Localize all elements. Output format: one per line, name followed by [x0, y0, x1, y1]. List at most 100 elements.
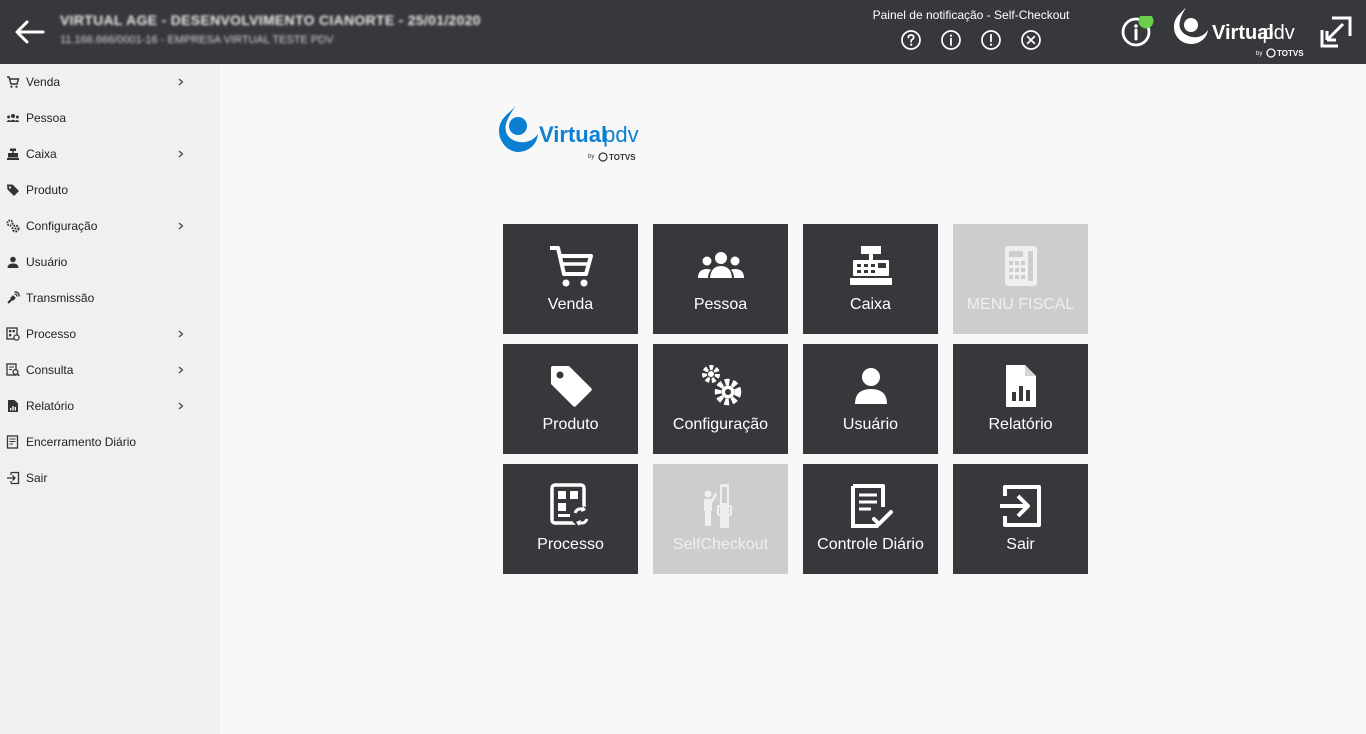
svg-text:TOTVS: TOTVS [1277, 49, 1304, 58]
sidebar-item-processo[interactable]: Processo [0, 316, 220, 352]
sidebar-item-label: Sair [26, 471, 48, 485]
tile-label: Pessoa [693, 296, 748, 313]
sidebar-item-configuracao[interactable]: Configuração [0, 208, 220, 244]
arrow-left-icon [15, 20, 45, 44]
sidebar-item-label: Caixa [26, 147, 57, 161]
sidebar-item-label: Relatório [26, 399, 75, 413]
sidebar-item-sair[interactable]: Sair [0, 460, 220, 496]
tile-venda[interactable]: Venda [503, 224, 638, 334]
sidebar-item-consulta[interactable]: Consulta [0, 352, 220, 388]
tile-label: Usuário [842, 416, 899, 433]
svg-text:.pdv: .pdv [1257, 22, 1295, 44]
svg-text:.pdv: .pdv [597, 122, 639, 147]
sidebar-item-pessoa[interactable]: Pessoa [0, 100, 220, 136]
sidebar: Venda Pessoa Caixa Produto Configuração … [0, 64, 220, 734]
process-icon [549, 483, 591, 526]
store-subtitle: 11.166.666/0001-16 - EMPRESA VIRTUAL TES… [60, 34, 334, 46]
tile-label: Sair [1006, 536, 1035, 553]
expand-window-button[interactable] [1318, 16, 1352, 48]
sidebar-item-venda[interactable]: Venda [0, 64, 220, 100]
cash-register-icon [849, 246, 892, 285]
tile-sair[interactable]: Sair [953, 464, 1088, 574]
tile-menu-fiscal: MENU FISCAL [953, 224, 1088, 334]
exit-icon [7, 471, 20, 485]
back-button[interactable] [12, 16, 46, 48]
sidebar-item-label: Configuração [26, 219, 98, 233]
sidebar-item-label: Pessoa [26, 111, 67, 125]
process-icon [6, 327, 20, 341]
sidebar-item-label: Transmissão [26, 291, 95, 305]
search-doc-icon [6, 363, 20, 377]
sidebar-item-label: Encerramento Diário [26, 435, 137, 449]
cash-register-icon [7, 148, 19, 160]
tile-label: Venda [547, 296, 594, 313]
people-icon [6, 114, 20, 122]
daily-control-icon [850, 484, 893, 528]
sidebar-item-label: Usuário [26, 255, 68, 269]
tile-controle-diario[interactable]: Controle Diário [803, 464, 938, 574]
report-icon [1005, 365, 1036, 407]
chevron-right-icon [178, 366, 184, 374]
close-circle-icon[interactable] [1020, 29, 1042, 51]
fiscal-icon [1004, 246, 1037, 286]
virtual-pdv-logo: Virtual .pdv by TOTVS [499, 105, 639, 162]
sidebar-item-encerramento-diario[interactable]: Encerramento Diário [0, 424, 220, 460]
tile-caixa[interactable]: Caixa [803, 224, 938, 334]
sidebar-item-label: Venda [26, 75, 61, 89]
sidebar-item-usuario[interactable]: Usuário [0, 244, 220, 280]
tile-label: Caixa [850, 296, 891, 313]
help-circle-icon[interactable] [900, 29, 922, 51]
gears-icon [701, 365, 741, 406]
tile-label: Processo [537, 536, 604, 553]
sidebar-item-transmissao[interactable]: Transmissão [0, 280, 220, 316]
chevron-right-icon [178, 402, 184, 410]
sidebar-item-relatorio[interactable]: Relatório [0, 388, 220, 424]
tag-icon [7, 184, 19, 196]
svg-text:by: by [1256, 51, 1262, 57]
daily-close-icon [6, 435, 19, 449]
sidebar-item-caixa[interactable]: Caixa [0, 136, 220, 172]
expand-window-icon [1320, 16, 1352, 48]
sidebar-item-produto[interactable]: Produto [0, 172, 220, 208]
tile-usuario[interactable]: Usuário [803, 344, 938, 454]
tile-label: Controle Diário [817, 536, 924, 553]
tag-icon [550, 366, 592, 407]
people-icon [697, 252, 744, 278]
tile-processo[interactable]: Processo [503, 464, 638, 574]
self-checkout-icon [703, 484, 732, 528]
store-info: VIRTUAL AGE - DESENVOLVIMENTO CIANORTE -… [60, 12, 481, 46]
tile-label: Produto [542, 416, 599, 433]
sidebar-item-label: Processo [26, 327, 77, 341]
top-bar: VIRTUAL AGE - DESENVOLVIMENTO CIANORTE -… [0, 0, 1366, 64]
notification-panel: Painel de notificação - Self-Checkout [866, 8, 1076, 51]
status-info-button[interactable] [1120, 13, 1156, 48]
user-icon [7, 256, 19, 268]
chevron-right-icon [178, 150, 184, 158]
chevron-right-icon [178, 78, 184, 86]
chevron-right-icon [178, 330, 184, 338]
tile-label: Relatório [988, 416, 1053, 433]
exit-icon [999, 485, 1041, 527]
virtual-pdv-logo-header: Virtual .pdv by TOTVS [1174, 7, 1304, 58]
status-dot [1138, 13, 1154, 29]
tile-label: Configuração [672, 416, 769, 433]
report-icon [8, 400, 18, 412]
store-title: VIRTUAL AGE - DESENVOLVIMENTO CIANORTE -… [60, 12, 481, 28]
tile-pessoa[interactable]: Pessoa [653, 224, 788, 334]
sidebar-item-label: Produto [26, 183, 69, 197]
main-menu-grid: Venda Pessoa Caixa MENU FISCAL Produto C… [503, 224, 1088, 574]
user-icon [854, 368, 887, 404]
tile-produto[interactable]: Produto [503, 344, 638, 454]
tile-label: SelfCheckout [672, 536, 769, 553]
tile-selfcheckout: SelfCheckout [653, 464, 788, 574]
gears-icon [6, 219, 20, 233]
svg-text:by: by [588, 154, 594, 160]
alert-circle-icon[interactable] [980, 29, 1002, 51]
info-circle-icon[interactable] [940, 29, 962, 51]
tile-relatorio[interactable]: Relatório [953, 344, 1088, 454]
chevron-right-icon [178, 222, 184, 230]
cart-icon [549, 246, 593, 287]
tile-configuracao[interactable]: Configuração [653, 344, 788, 454]
cart-icon [7, 76, 20, 88]
sidebar-item-label: Consulta [26, 363, 74, 377]
